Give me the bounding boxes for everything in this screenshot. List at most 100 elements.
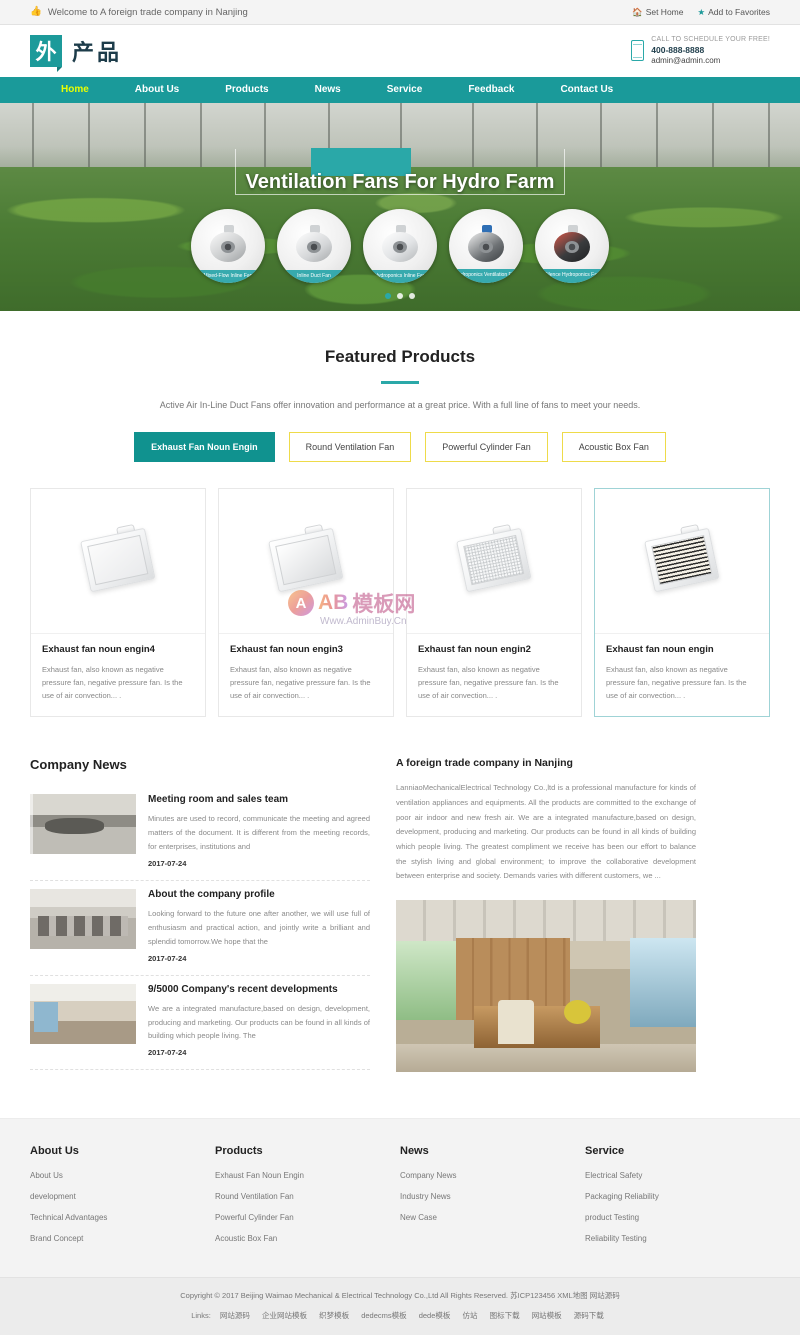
footer-link[interactable]: Packaging Reliability	[585, 1192, 770, 1201]
footer-link[interactable]: Company News	[400, 1171, 585, 1180]
footer-link-columns: About Us About Us development Technical …	[0, 1117, 800, 1277]
nav-item-products[interactable]: Products	[202, 77, 291, 103]
news-item-title: Meeting room and sales team	[148, 794, 289, 806]
product-title: Exhaust fan noun engin	[606, 644, 714, 655]
carousel-item-label: Hydroponics Ventilation Fan	[449, 268, 523, 283]
news-and-about-section: Company News Meeting room and sales team…	[30, 757, 770, 1072]
carousel-item-label: Hydroponics Inline Fan	[363, 269, 437, 283]
product-card[interactable]: Exhaust fan noun engin4 Exhaust fan, als…	[30, 488, 206, 718]
footer-link[interactable]: product Testing	[585, 1213, 770, 1222]
news-item-title: About the company profile	[148, 889, 275, 900]
footer-link[interactable]: Electrical Safety	[585, 1171, 770, 1180]
nav-item-home[interactable]: Home	[38, 77, 112, 103]
nav-item-about-us[interactable]: About Us	[112, 77, 202, 103]
product-card[interactable]: Exhaust fan noun engin2 Exhaust fan, als…	[406, 488, 582, 718]
carousel-item-label: Mixed-Flow Inline Fan	[191, 269, 265, 283]
product-category-tabs: Exhaust Fan Noun Engin Round Ventilation…	[30, 432, 770, 462]
news-item-description: We are a integrated manufacture,based on…	[148, 1003, 370, 1041]
footer-link[interactable]: Acoustic Box Fan	[215, 1234, 400, 1243]
logo[interactable]: 外 产品	[30, 35, 123, 72]
news-list-item[interactable]: Meeting room and sales team Minutes are …	[30, 786, 370, 881]
hero-title: Ventilation Fans For Hydro Farm	[245, 171, 555, 193]
footer-link[interactable]: Reliability Testing	[585, 1234, 770, 1243]
source-code-link[interactable]: 网站源码	[590, 1291, 620, 1300]
nav-item-news[interactable]: News	[292, 77, 364, 103]
icp-license-link[interactable]: 苏ICP123456	[510, 1291, 555, 1300]
carousel-item-inline-duct-fan[interactable]: Inline Duct Fan	[277, 209, 351, 283]
news-item-description: Minutes are used to record, communicate …	[148, 814, 370, 852]
carousel-item-hydroponics-ventilation-fan[interactable]: Hydroponics Ventilation Fan	[449, 209, 523, 283]
product-description: Exhaust fan, also known as negative pres…	[418, 665, 559, 701]
copyright-text: Copyright © 2017 Beijing Waimao Mechanic…	[180, 1290, 509, 1300]
carousel-dot-2[interactable]	[397, 293, 403, 299]
news-thumbnail	[30, 794, 136, 855]
news-item-title: 9/5000 Company's recent developments	[148, 983, 338, 995]
friendly-link[interactable]: 源码下载	[574, 1311, 604, 1320]
friendly-link[interactable]: 图标下载	[490, 1311, 520, 1320]
about-company-image	[396, 899, 696, 1072]
footer-link[interactable]: Industry News	[400, 1192, 585, 1201]
friendly-link[interactable]: dede模板	[419, 1311, 451, 1320]
friendly-link[interactable]: 仿站	[463, 1311, 478, 1320]
product-image	[595, 489, 769, 633]
logo-badge: 外	[30, 35, 62, 72]
friendly-link[interactable]: 织梦模板	[319, 1311, 349, 1320]
carousel-item-silence-hydroponics-fan[interactable]: Silence Hydroponics Fan	[535, 209, 609, 283]
nav-item-contact-us[interactable]: Contact Us	[537, 77, 636, 103]
product-description: Exhaust fan, also known as negative pres…	[230, 665, 371, 701]
footer-link[interactable]: Exhaust Fan Noun Engin	[215, 1171, 400, 1180]
friendly-link[interactable]: 网站模板	[532, 1311, 562, 1320]
footer-link[interactable]: Powerful Cylinder Fan	[215, 1213, 400, 1222]
product-title: Exhaust fan noun engin3	[230, 644, 343, 655]
footer-column-title: Service	[585, 1144, 625, 1157]
footer-link[interactable]: About Us	[30, 1171, 215, 1180]
product-title: Exhaust fan noun engin4	[42, 644, 155, 655]
set-home-button[interactable]: 🏠 Set Home	[632, 7, 683, 17]
email-address: admin@admin.com	[651, 56, 721, 66]
carousel-dot-1[interactable]	[385, 293, 391, 299]
header-contact: CALL TO SCHEDULE YOUR FREE! 400-888-8888…	[631, 35, 770, 67]
footer-link[interactable]: Technical Advantages	[30, 1213, 215, 1222]
footer-link[interactable]: New Case	[400, 1213, 585, 1222]
carousel-pagination-dots	[385, 293, 415, 299]
nav-item-service[interactable]: Service	[364, 77, 446, 103]
site-header: 外 产品 CALL TO SCHEDULE YOUR FREE! 400-888…	[0, 25, 800, 77]
friendly-link[interactable]: 企业网站模板	[262, 1311, 307, 1320]
call-cta-text: CALL TO SCHEDULE YOUR FREE!	[651, 36, 770, 44]
tab-acoustic-box-fan[interactable]: Acoustic Box Fan	[561, 432, 666, 462]
add-to-favorites-button[interactable]: ★ Add to Favorites	[697, 7, 770, 17]
footer-copyright-bar: Copyright © 2017 Beijing Waimao Mechanic…	[0, 1276, 800, 1335]
product-description: Exhaust fan, also known as negative pres…	[42, 665, 183, 701]
news-list-item[interactable]: About the company profile Looking forwar…	[30, 881, 370, 976]
main-navigation: Home About Us Products News Service Feed…	[0, 77, 800, 103]
top-utility-bar: 👍 Welcome to A foreign trade company in …	[0, 0, 800, 25]
friendly-link[interactable]: dedecms模板	[361, 1311, 406, 1320]
thumbs-up-icon: 👍	[30, 6, 42, 18]
product-card[interactable]: Exhaust fan noun engin3 Exhaust fan, als…	[218, 488, 394, 718]
friendly-links-label: Links:	[191, 1310, 211, 1320]
carousel-item-hydroponics-inline-fan[interactable]: Hydroponics Inline Fan	[363, 209, 437, 283]
carousel-item-mixed-flow-inline-fan[interactable]: Mixed-Flow Inline Fan	[191, 209, 265, 283]
news-list-item[interactable]: 9/5000 Company's recent developments We …	[30, 976, 370, 1071]
logo-text: 产品	[72, 41, 123, 66]
carousel-dot-3[interactable]	[409, 293, 415, 299]
fan-illustration-icon	[376, 225, 424, 266]
tab-powerful-cylinder-fan[interactable]: Powerful Cylinder Fan	[425, 432, 548, 462]
product-image	[31, 489, 205, 633]
tab-exhaust-fan-noun-engin[interactable]: Exhaust Fan Noun Engin	[134, 432, 275, 462]
set-home-label: Set Home	[645, 7, 684, 17]
nav-item-feedback[interactable]: Feedback	[445, 77, 537, 103]
about-company-title: A foreign trade company in Nanjing	[396, 757, 573, 770]
product-card-selected[interactable]: Exhaust fan noun engin Exhaust fan, also…	[594, 488, 770, 718]
footer-link[interactable]: Round Ventilation Fan	[215, 1192, 400, 1201]
footer-column-about-us: About Us About Us development Technical …	[30, 1145, 215, 1255]
xml-sitemap-link[interactable]: XML地图	[557, 1291, 587, 1300]
tab-round-ventilation-fan[interactable]: Round Ventilation Fan	[288, 432, 412, 462]
news-item-date: 2017-07-24	[148, 953, 187, 963]
friendly-links-row: Links: 网站源码 企业网站模板 织梦模板 dedecms模板 dede模板…	[30, 1310, 770, 1321]
about-company-paragraph: LanniaoMechanicalElectrical Technology C…	[396, 783, 696, 881]
fan-illustration-icon	[548, 225, 596, 266]
friendly-link[interactable]: 网站源码	[220, 1311, 250, 1320]
footer-link[interactable]: development	[30, 1192, 215, 1201]
footer-link[interactable]: Brand Concept	[30, 1234, 215, 1243]
